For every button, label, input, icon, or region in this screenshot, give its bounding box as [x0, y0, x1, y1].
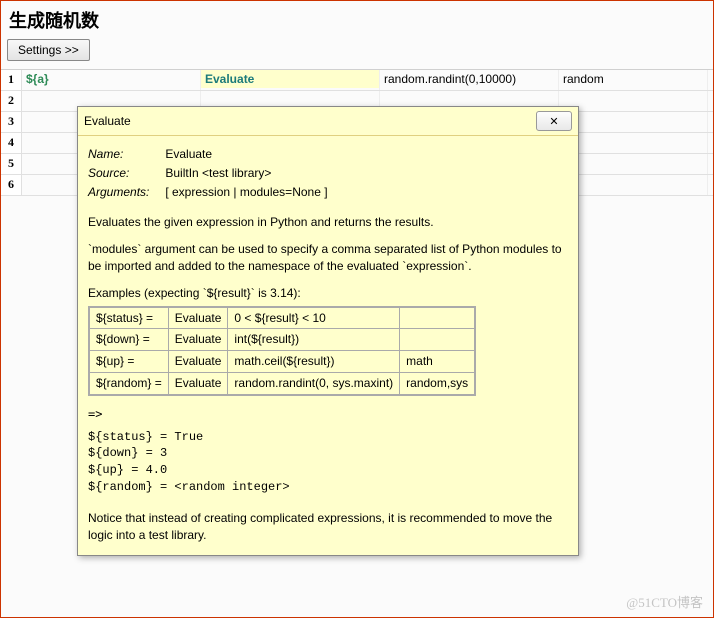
toolbar: Settings >> [1, 35, 713, 69]
keyword-doc-tooltip: Evaluate ✕ Name: Evaluate Source: BuiltI… [77, 106, 579, 556]
table-row: ${status} =Evaluate0 < ${result} < 10 [89, 307, 475, 329]
tooltip-header: Evaluate ✕ [78, 107, 578, 136]
doc-para1: Evaluates the given expression in Python… [88, 214, 568, 231]
meta-args-value: [ expression | modules=None ] [165, 185, 327, 199]
arrow-separator: => [88, 406, 568, 423]
window-frame: g.csdn.net/tulituqi 生成随机数 Settings >> 1 … [0, 0, 714, 618]
cell-arg1[interactable]: random.randint(0,10000) [380, 70, 559, 90]
table-row: ${up} =Evaluatemath.ceil(${result})math [89, 351, 475, 373]
meta-args-label: Arguments: [88, 184, 162, 201]
settings-button[interactable]: Settings >> [7, 39, 90, 61]
cell-keyword[interactable]: Evaluate [201, 70, 379, 88]
cell-variable[interactable]: ${a} [26, 72, 49, 86]
examples-caption: Examples (expecting `${result}` is 3.14)… [88, 285, 568, 302]
notice-text: Notice that instead of creating complica… [88, 510, 568, 544]
page-title: 生成随机数 [1, 1, 713, 35]
row-number: 3 [1, 112, 22, 132]
cell[interactable] [559, 91, 708, 111]
tooltip-body: Name: Evaluate Source: BuiltIn <test lib… [78, 136, 578, 555]
row-number: 4 [1, 133, 22, 153]
example-results: ${status} = True ${down} = 3 ${up} = 4.0… [88, 429, 568, 496]
tooltip-description: Evaluates the given expression in Python… [88, 214, 568, 274]
cell[interactable] [559, 175, 708, 195]
cell[interactable] [559, 133, 708, 153]
cell[interactable] [559, 112, 708, 132]
table-row: ${random} =Evaluaterandom.randint(0, sys… [89, 372, 475, 394]
table-row: ${down} =Evaluateint(${result}) [89, 329, 475, 351]
row-number: 6 [1, 175, 22, 195]
row-number: 1 [1, 70, 22, 90]
cell[interactable] [559, 154, 708, 174]
close-button[interactable]: ✕ [536, 111, 572, 131]
tooltip-title: Evaluate [84, 114, 131, 128]
meta-source-label: Source: [88, 165, 162, 182]
close-icon: ✕ [549, 115, 558, 128]
meta-name-value: Evaluate [165, 147, 212, 161]
doc-para2: `modules` argument can be used to specif… [88, 241, 568, 275]
row-number: 5 [1, 154, 22, 174]
grid-row[interactable]: 1 ${a} Evaluate random.randint(0,10000) … [1, 70, 713, 91]
meta-name-label: Name: [88, 146, 162, 163]
watermark: @51CTO博客 [626, 592, 703, 611]
cell-arg2[interactable]: random [559, 70, 708, 90]
meta-source-value: BuiltIn <test library> [165, 166, 271, 180]
row-number: 2 [1, 91, 22, 111]
examples-table: ${status} =Evaluate0 < ${result} < 10 ${… [88, 306, 476, 396]
